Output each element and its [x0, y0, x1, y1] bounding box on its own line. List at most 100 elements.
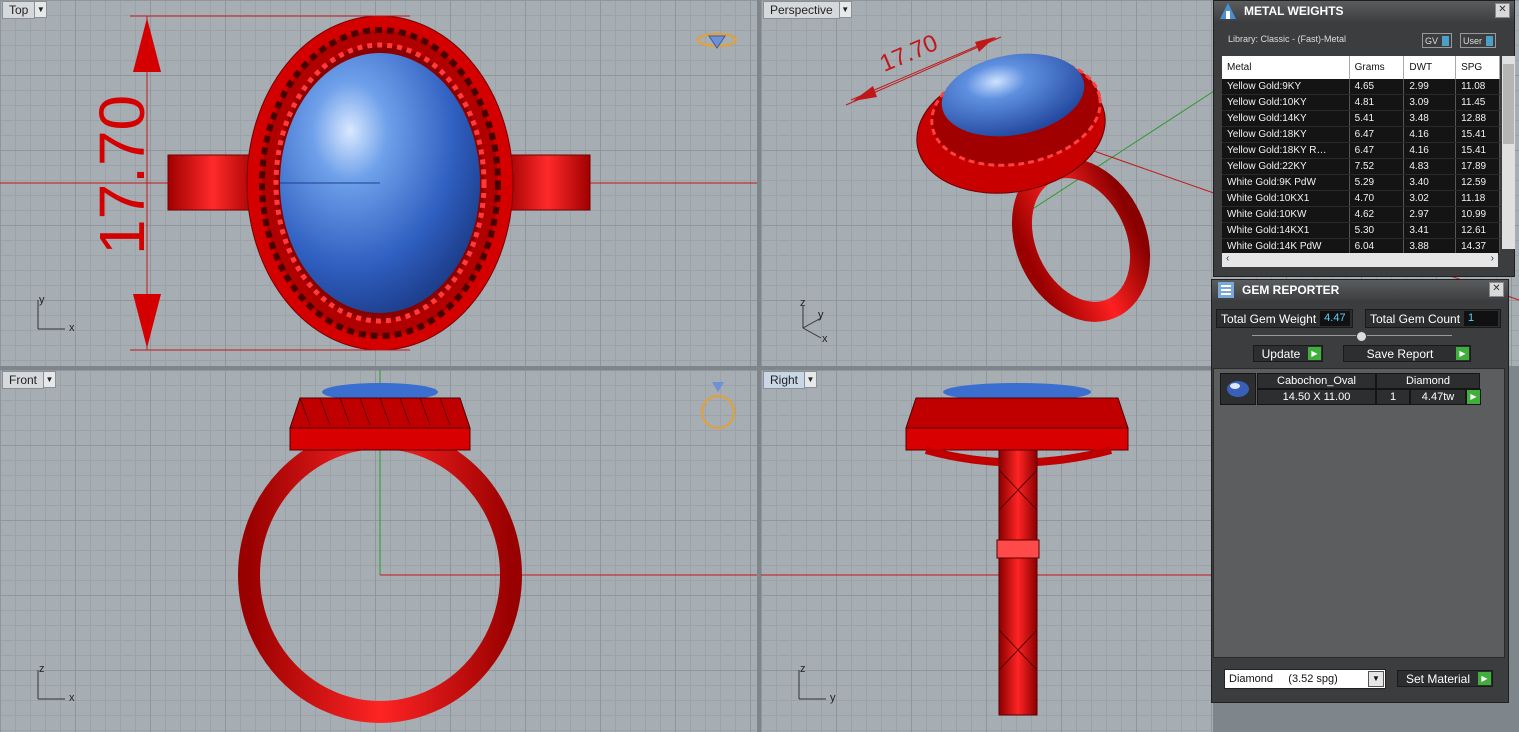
table-cell: 6.47 — [1349, 142, 1405, 159]
table-cell: 10.99 — [1455, 206, 1500, 223]
metal-weights-titlebar[interactable]: METAL WEIGHTS ✕ — [1214, 1, 1514, 21]
table-cell: 5.29 — [1349, 174, 1405, 191]
top-axis-x: x — [69, 322, 75, 334]
gem-size: 14.50 X 11.00 — [1257, 389, 1376, 405]
perspective-axis-y: y — [818, 309, 824, 321]
material-select-value: Diamond (3.52 spg) — [1229, 673, 1338, 685]
gem-qty: 1 — [1376, 389, 1410, 405]
table-row[interactable]: Yellow Gold:14KY 5.41 3.48 12.88 — [1222, 110, 1500, 127]
report-icon — [1218, 282, 1234, 298]
vertical-scrollbar[interactable] — [1502, 56, 1515, 249]
viewport-label-front[interactable]: Front ▼ — [2, 370, 57, 389]
column-header[interactable]: Grams — [1349, 56, 1405, 79]
table-row[interactable]: White Gold:10KW 4.62 2.97 10.99 — [1222, 206, 1500, 223]
toggle-knob — [1486, 35, 1494, 46]
viewport-front[interactable]: z x Front ▼ — [0, 370, 757, 732]
slider-handle[interactable] — [1356, 331, 1367, 342]
metal-weights-table: Metal Grams DWT SPG Yellow Gold:9KY 4.65 2.99… — [1222, 56, 1500, 255]
table-cell: 4.16 — [1403, 142, 1457, 159]
table-cell: 15.41 — [1455, 126, 1500, 143]
total-gem-weight: Total Gem Weight 4.47 — [1216, 309, 1354, 328]
set-material-button[interactable]: Set Material ▶ — [1397, 670, 1493, 687]
gem-list — [1213, 368, 1505, 658]
viewport-title[interactable]: Front — [2, 370, 45, 389]
table-cell: 5.30 — [1349, 222, 1405, 239]
table-row[interactable]: Yellow Gold:18KY 6.47 4.16 15.41 — [1222, 126, 1500, 143]
chevron-down-icon[interactable]: ▼ — [44, 371, 57, 388]
save-report-button[interactable]: Save Report ▶ — [1343, 345, 1471, 362]
orientation-ring-icon — [701, 382, 735, 429]
user-toggle-label: User — [1463, 35, 1483, 46]
user-toggle[interactable]: User — [1460, 33, 1497, 48]
gv-toggle[interactable]: GV — [1422, 33, 1453, 48]
update-button[interactable]: Update ▶ — [1253, 345, 1323, 362]
save-report-label: Save Report — [1366, 346, 1434, 361]
viewport-right[interactable]: z y Right ▼ — [761, 370, 1213, 732]
column-header[interactable]: DWT — [1403, 56, 1457, 79]
close-icon[interactable]: ✕ — [1489, 282, 1504, 297]
chevron-down-icon[interactable]: ▼ — [35, 1, 48, 18]
table-cell: White Gold:10KW — [1222, 206, 1350, 223]
table-cell: 7.52 — [1349, 158, 1405, 175]
viewport-label-top[interactable]: Top ▼ — [2, 0, 48, 19]
column-header[interactable]: Metal — [1222, 56, 1350, 79]
perspective-axis-x: x — [822, 333, 828, 345]
scroll-left-icon[interactable]: ‹ — [1226, 253, 1229, 264]
right-axis-y: y — [830, 692, 836, 704]
update-button-label: Update — [1261, 346, 1301, 361]
table-cell: 6.47 — [1349, 126, 1405, 143]
chevron-down-icon[interactable]: ▼ — [805, 371, 818, 388]
viewport-title[interactable]: Top — [2, 0, 36, 19]
material-select[interactable]: Diamond (3.52 spg) ▼ — [1224, 669, 1386, 689]
table-cell: 12.61 — [1455, 222, 1500, 239]
gem-weight: 4.47tw — [1410, 389, 1466, 405]
toggle-knob — [1442, 35, 1450, 46]
table-cell: 12.59 — [1455, 174, 1500, 191]
play-icon: ▶ — [1308, 347, 1321, 360]
gem-reporter-panel: GEM REPORTER ✕ Total Gem Weight 4.47 Tot… — [1211, 279, 1509, 703]
table-cell: 3.48 — [1403, 110, 1457, 127]
viewport-title[interactable]: Right — [763, 370, 806, 389]
table-row[interactable]: White Gold:10KX1 4.70 3.02 11.18 — [1222, 190, 1500, 207]
table-cell: 11.08 — [1455, 79, 1500, 95]
front-view-scene — [238, 370, 757, 723]
chevron-down-icon[interactable]: ▼ — [839, 1, 852, 18]
close-icon[interactable]: ✕ — [1495, 3, 1510, 18]
table-cell: 4.62 — [1349, 206, 1405, 223]
table-cell: 4.81 — [1349, 94, 1405, 111]
play-icon[interactable]: ▶ — [1466, 389, 1481, 405]
table-cell: 2.99 — [1403, 79, 1457, 95]
table-cell: 11.45 — [1455, 94, 1500, 111]
table-cell: Yellow Gold:18KY — [1222, 126, 1350, 143]
perspective-axis-gizmo — [802, 306, 822, 339]
viewport-title[interactable]: Perspective — [763, 0, 840, 19]
front-axis-z: z — [39, 663, 45, 675]
gem-material: Diamond — [1376, 373, 1480, 389]
slider-track[interactable] — [1252, 335, 1452, 336]
table-row[interactable]: Yellow Gold:22KY 7.52 4.83 17.89 — [1222, 158, 1500, 175]
table-row[interactable]: Yellow Gold:10KY 4.81 3.09 11.45 — [1222, 94, 1500, 111]
right-axis-z: z — [800, 663, 806, 675]
scroll-right-icon[interactable]: › — [1491, 253, 1494, 264]
play-icon: ▶ — [1478, 672, 1491, 685]
viewport-label-perspective[interactable]: Perspective ▼ — [763, 0, 852, 19]
table-row[interactable]: White Gold:14KX1 5.30 3.41 12.61 — [1222, 222, 1500, 239]
scrollbar-thumb[interactable] — [1503, 64, 1514, 144]
table-cell: 17.89 — [1455, 158, 1500, 175]
chevron-down-icon[interactable]: ▼ — [1368, 671, 1384, 687]
table-row[interactable]: Yellow Gold:18KY R… 6.47 4.16 15.41 — [1222, 142, 1500, 159]
table-cell: 4.83 — [1403, 158, 1457, 175]
table-row[interactable]: White Gold:9K PdW 5.29 3.40 12.59 — [1222, 174, 1500, 191]
table-cell: 3.40 — [1403, 174, 1457, 191]
table-cell: Yellow Gold:18KY R… — [1222, 142, 1350, 159]
viewport-label-right[interactable]: Right ▼ — [763, 370, 818, 389]
scale-icon — [1220, 3, 1236, 19]
table-cell: 3.41 — [1403, 222, 1457, 239]
table-row[interactable]: Yellow Gold:9KY 4.65 2.99 11.08 — [1222, 79, 1500, 95]
table-cell: 3.09 — [1403, 94, 1457, 111]
table-cell: White Gold:10KX1 — [1222, 190, 1350, 207]
horizontal-scrollbar[interactable]: ‹ › — [1222, 253, 1498, 267]
viewport-top[interactable]: 17.70 y x Top ▼ — [0, 0, 757, 366]
gem-reporter-titlebar[interactable]: GEM REPORTER ✕ — [1212, 280, 1508, 300]
column-header[interactable]: SPG — [1455, 56, 1500, 79]
